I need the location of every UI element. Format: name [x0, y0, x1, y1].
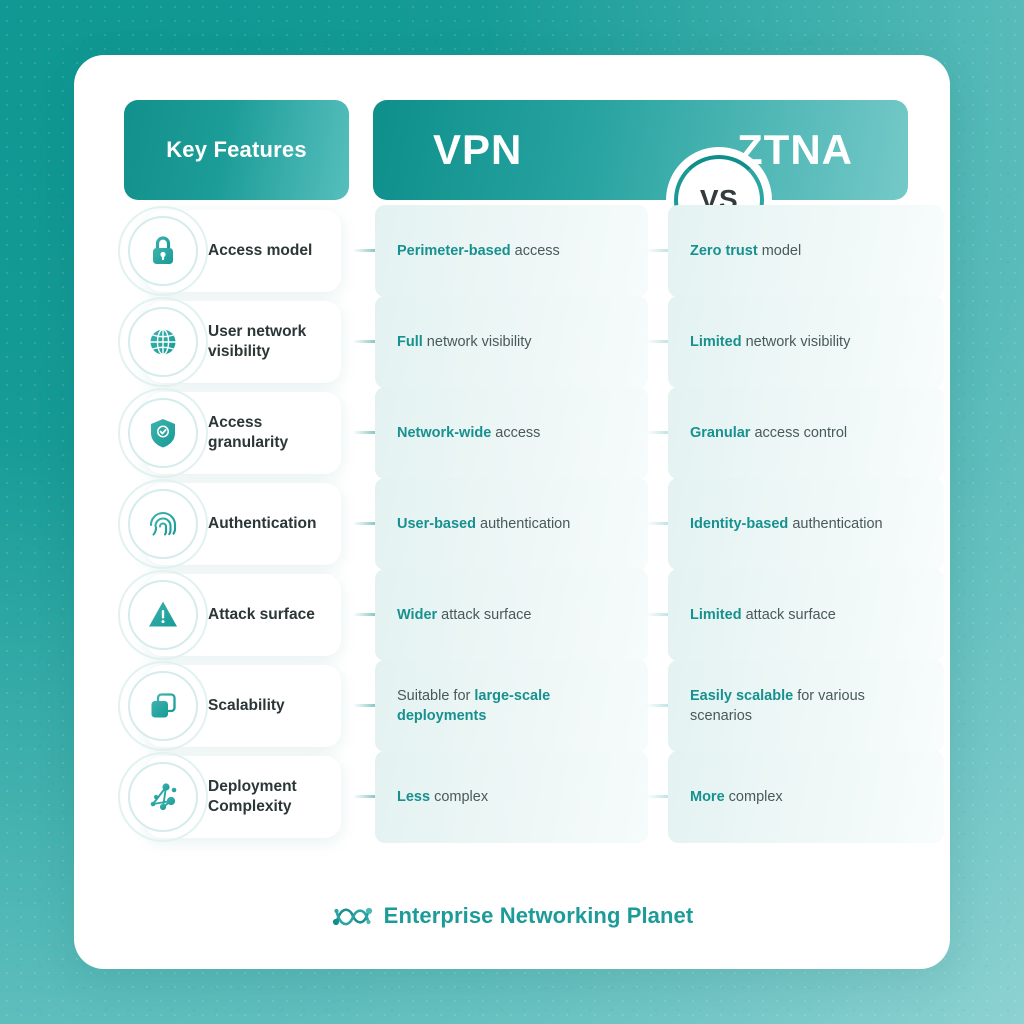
- feature-label: Attack surface: [208, 606, 315, 624]
- vpn-value-text: User-based authentication: [397, 516, 571, 532]
- vpn-value-box: Suitable for large-scale deployments: [375, 660, 648, 752]
- feature-label: Access granularity: [208, 414, 289, 451]
- enterprise-networking-planet-logo-icon: [331, 901, 373, 931]
- vpn-value-box: Perimeter-based access: [375, 205, 648, 297]
- feature-icon-wrapper: [118, 206, 208, 296]
- feature-icon-wrapper: [118, 479, 208, 569]
- ztna-value-box: Easily scalable for various scenarios: [668, 660, 944, 752]
- vpn-value-box: Less complex: [375, 751, 648, 843]
- vpn-value-box: Network-wide access: [375, 387, 648, 479]
- feature-icon-wrapper: [118, 570, 208, 660]
- comparison-rows: Access model Perimeter-based access Zero…: [74, 205, 950, 843]
- comparison-row: Attack surface Wider attack surface Limi…: [74, 569, 950, 661]
- comparison-row: Deployment Complexity Less complex More …: [74, 751, 950, 843]
- comparison-row: Scalability Suitable for large-scale dep…: [74, 660, 950, 752]
- ztna-value-text: Easily scalable for various scenarios: [690, 688, 865, 724]
- feature-label: User network visibility: [208, 323, 307, 360]
- fingerprint-icon: [128, 489, 198, 559]
- feature-icon-wrapper: [118, 388, 208, 478]
- vpn-value-box: User-based authentication: [375, 478, 648, 570]
- feature-label: Scalability: [208, 697, 285, 715]
- ztna-value-text: Granular access control: [690, 425, 848, 441]
- vpn-value-text: Less complex: [397, 789, 489, 805]
- ztna-value-text: Limited attack surface: [690, 607, 836, 623]
- warning-triangle-icon: [128, 580, 198, 650]
- vpn-value-text: Full network visibility: [397, 334, 532, 350]
- ztna-value-box: More complex: [668, 751, 944, 843]
- ztna-value-text: Identity-based authentication: [690, 516, 883, 532]
- layers-icon: [128, 671, 198, 741]
- vpn-value-box: Wider attack surface: [375, 569, 648, 661]
- ztna-value-text: Limited network visibility: [690, 334, 851, 350]
- ztna-value-text: Zero trust model: [690, 243, 802, 259]
- feature-icon-wrapper: [118, 752, 208, 842]
- vpn-value-box: Full network visibility: [375, 296, 648, 388]
- brand-name: Enterprise Networking Planet: [383, 903, 694, 928]
- feature-icon-wrapper: [118, 297, 208, 387]
- ztna-value-text: More complex: [690, 789, 783, 805]
- ztna-value-box: Zero trust model: [668, 205, 944, 297]
- lock-icon: [128, 216, 198, 286]
- feature-label: Access model: [208, 242, 313, 260]
- vpn-value-text: Perimeter-based access: [397, 243, 560, 259]
- comparison-card: Key Features VPN ZTNA VS Access model Pe…: [74, 55, 950, 969]
- network-nodes-icon: [128, 762, 198, 832]
- vpn-vs-ztna-header: VPN ZTNA: [373, 100, 908, 200]
- vpn-value-text: Network-wide access: [397, 425, 541, 441]
- vpn-value-text: Suitable for large-scale deployments: [397, 688, 551, 724]
- feature-label: Deployment Complexity: [208, 778, 297, 815]
- ztna-value-box: Identity-based authentication: [668, 478, 944, 570]
- ztna-value-box: Limited network visibility: [668, 296, 944, 388]
- feature-label: Authentication: [208, 515, 317, 533]
- feature-icon-wrapper: [118, 661, 208, 751]
- key-features-label: Key Features: [166, 137, 307, 162]
- shield-check-icon: [128, 398, 198, 468]
- ztna-value-box: Granular access control: [668, 387, 944, 479]
- key-features-header: Key Features: [124, 100, 349, 200]
- comparison-row: Authentication User-based authentication…: [74, 478, 950, 570]
- comparison-header: Key Features VPN ZTNA VS: [74, 55, 950, 253]
- comparison-row: User network visibility Full network vis…: [74, 296, 950, 388]
- footer: Enterprise Networking Planet: [74, 901, 950, 931]
- vpn-value-text: Wider attack surface: [397, 607, 532, 623]
- globe-icon: [128, 307, 198, 377]
- infographic-background: Key Features VPN ZTNA VS Access model Pe…: [0, 0, 1024, 1024]
- ztna-value-box: Limited attack surface: [668, 569, 944, 661]
- comparison-row: Access granularity Network-wide access G…: [74, 387, 950, 479]
- vpn-column-title: VPN: [433, 126, 523, 173]
- comparison-row: Access model Perimeter-based access Zero…: [74, 205, 950, 297]
